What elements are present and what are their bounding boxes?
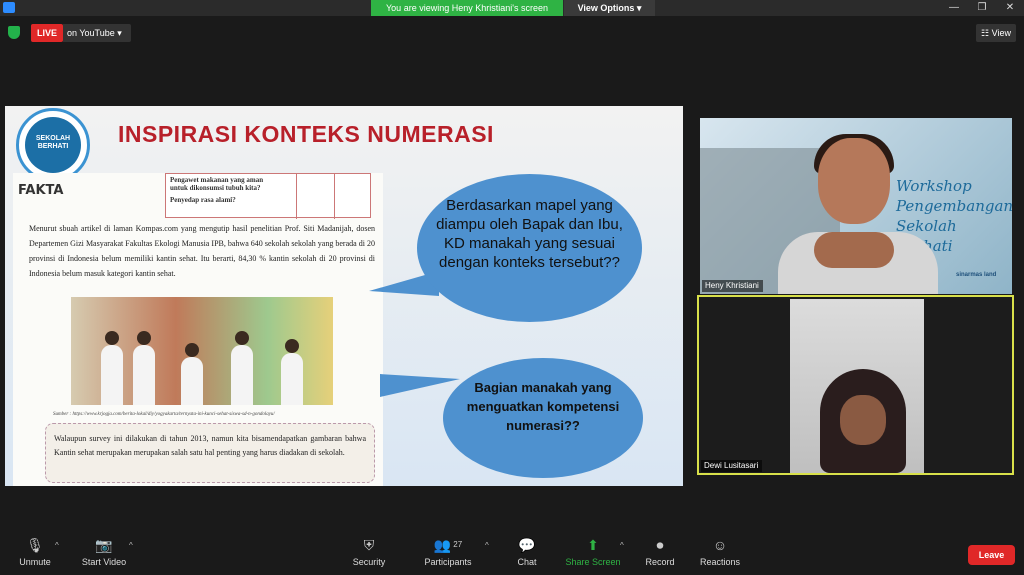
face: [840, 395, 886, 445]
security-label: Security: [352, 557, 386, 567]
fakta-label: FAKTA: [18, 183, 64, 198]
close-icon[interactable]: ✕: [996, 0, 1024, 16]
article-paragraph: Menurut sbuah artikel di laman Kompas.co…: [29, 224, 375, 278]
table-divider: [334, 174, 335, 219]
sponsor-logo: sinarmas land: [956, 272, 997, 278]
chat-label: Chat: [517, 557, 537, 567]
security-button[interactable]: ⛨ Security: [329, 537, 409, 567]
window-controls: — ❐ ✕: [940, 0, 1024, 16]
window-titlebar: You are viewing Heny Khristiani's screen…: [0, 0, 1024, 16]
reactions-button[interactable]: ☺ Reactions: [680, 537, 760, 567]
shield-icon: ⛨: [363, 537, 375, 553]
student-figure: [101, 331, 123, 405]
reactions-emoji-icon: ☺: [712, 537, 728, 553]
hands: [814, 232, 894, 268]
slide-title: INSPIRASI KONTEKS NUMERASI: [118, 121, 494, 147]
view-button[interactable]: ☷ View: [976, 24, 1016, 42]
meeting-toolbar: 🎙 Unmute ^ 📷 Start Video ^ ⛨ Security 👥 2…: [0, 533, 1024, 575]
table-row: Pengawet makanan yang aman untuk dikonsu…: [170, 176, 264, 192]
student-figure: [231, 331, 253, 405]
students-photo: [71, 297, 333, 405]
maximize-icon[interactable]: ❐: [968, 0, 996, 16]
sekolah-berhati-logo: SEKOLAH BERHATI: [16, 108, 90, 182]
participant-video-dewi: [790, 299, 924, 473]
video-options-caret[interactable]: ^: [129, 541, 133, 550]
shared-slide: SEKOLAH BERHATI INSPIRASI KONTEKS NUMERA…: [5, 106, 683, 486]
security-shield-icon: [8, 26, 20, 39]
question-table: Pengawet makanan yang aman untuk dikonsu…: [165, 173, 371, 219]
reactions-label: Reactions: [699, 557, 741, 567]
minimize-icon[interactable]: —: [940, 0, 968, 16]
article-document: Pengawet makanan yang aman untuk dikonsu…: [13, 173, 383, 486]
table-divider: [296, 174, 297, 219]
leave-button[interactable]: Leave: [968, 545, 1015, 565]
participant-name: Dewi Lusitasari: [701, 460, 763, 472]
zoom-app-icon: [3, 2, 15, 13]
participants-icon: 👥 27: [433, 537, 463, 553]
participant-video-heny: [770, 132, 940, 294]
student-figure: [133, 331, 155, 405]
bubble-tail: [380, 374, 460, 397]
screen-share-banner: You are viewing Heny Khristiani's screen: [371, 0, 563, 16]
student-figure: [281, 339, 303, 405]
speech-bubble-question-1: Berdasarkan mapel yang diampu oleh Bapak…: [417, 174, 642, 322]
table-row: Penyedap rasa alami?: [170, 196, 236, 204]
participants-count: 27: [453, 540, 463, 549]
view-options-button[interactable]: View Options ▾: [564, 0, 655, 16]
audio-options-caret[interactable]: ^: [55, 541, 59, 550]
participants-button[interactable]: 👥 27 Participants: [408, 537, 488, 567]
record-label: Record: [645, 557, 675, 567]
video-tile-dewi[interactable]: Dewi Lusitasari: [697, 295, 1014, 475]
youtube-stream-dropdown[interactable]: on YouTube ▾: [63, 24, 131, 42]
speech-bubble-question-2: Bagian manakah yang menguatkan kompetens…: [443, 358, 643, 478]
participants-label: Participants: [424, 557, 472, 567]
unmute-label: Unmute: [19, 557, 51, 567]
note-box: Walaupun survey ini dilakukan di tahun 2…: [45, 423, 375, 483]
photo-caption: Sumber : https://www.krjogja.com/berita-…: [53, 412, 275, 417]
participant-name: Heny Khristiani: [702, 280, 763, 292]
share-screen-label: Share Screen: [565, 557, 621, 567]
student-figure: [181, 343, 203, 405]
live-badge[interactable]: LIVE: [31, 24, 63, 42]
logo-text: SEKOLAH BERHATI: [25, 117, 81, 173]
start-video-label: Start Video: [81, 557, 127, 567]
face: [818, 138, 890, 224]
